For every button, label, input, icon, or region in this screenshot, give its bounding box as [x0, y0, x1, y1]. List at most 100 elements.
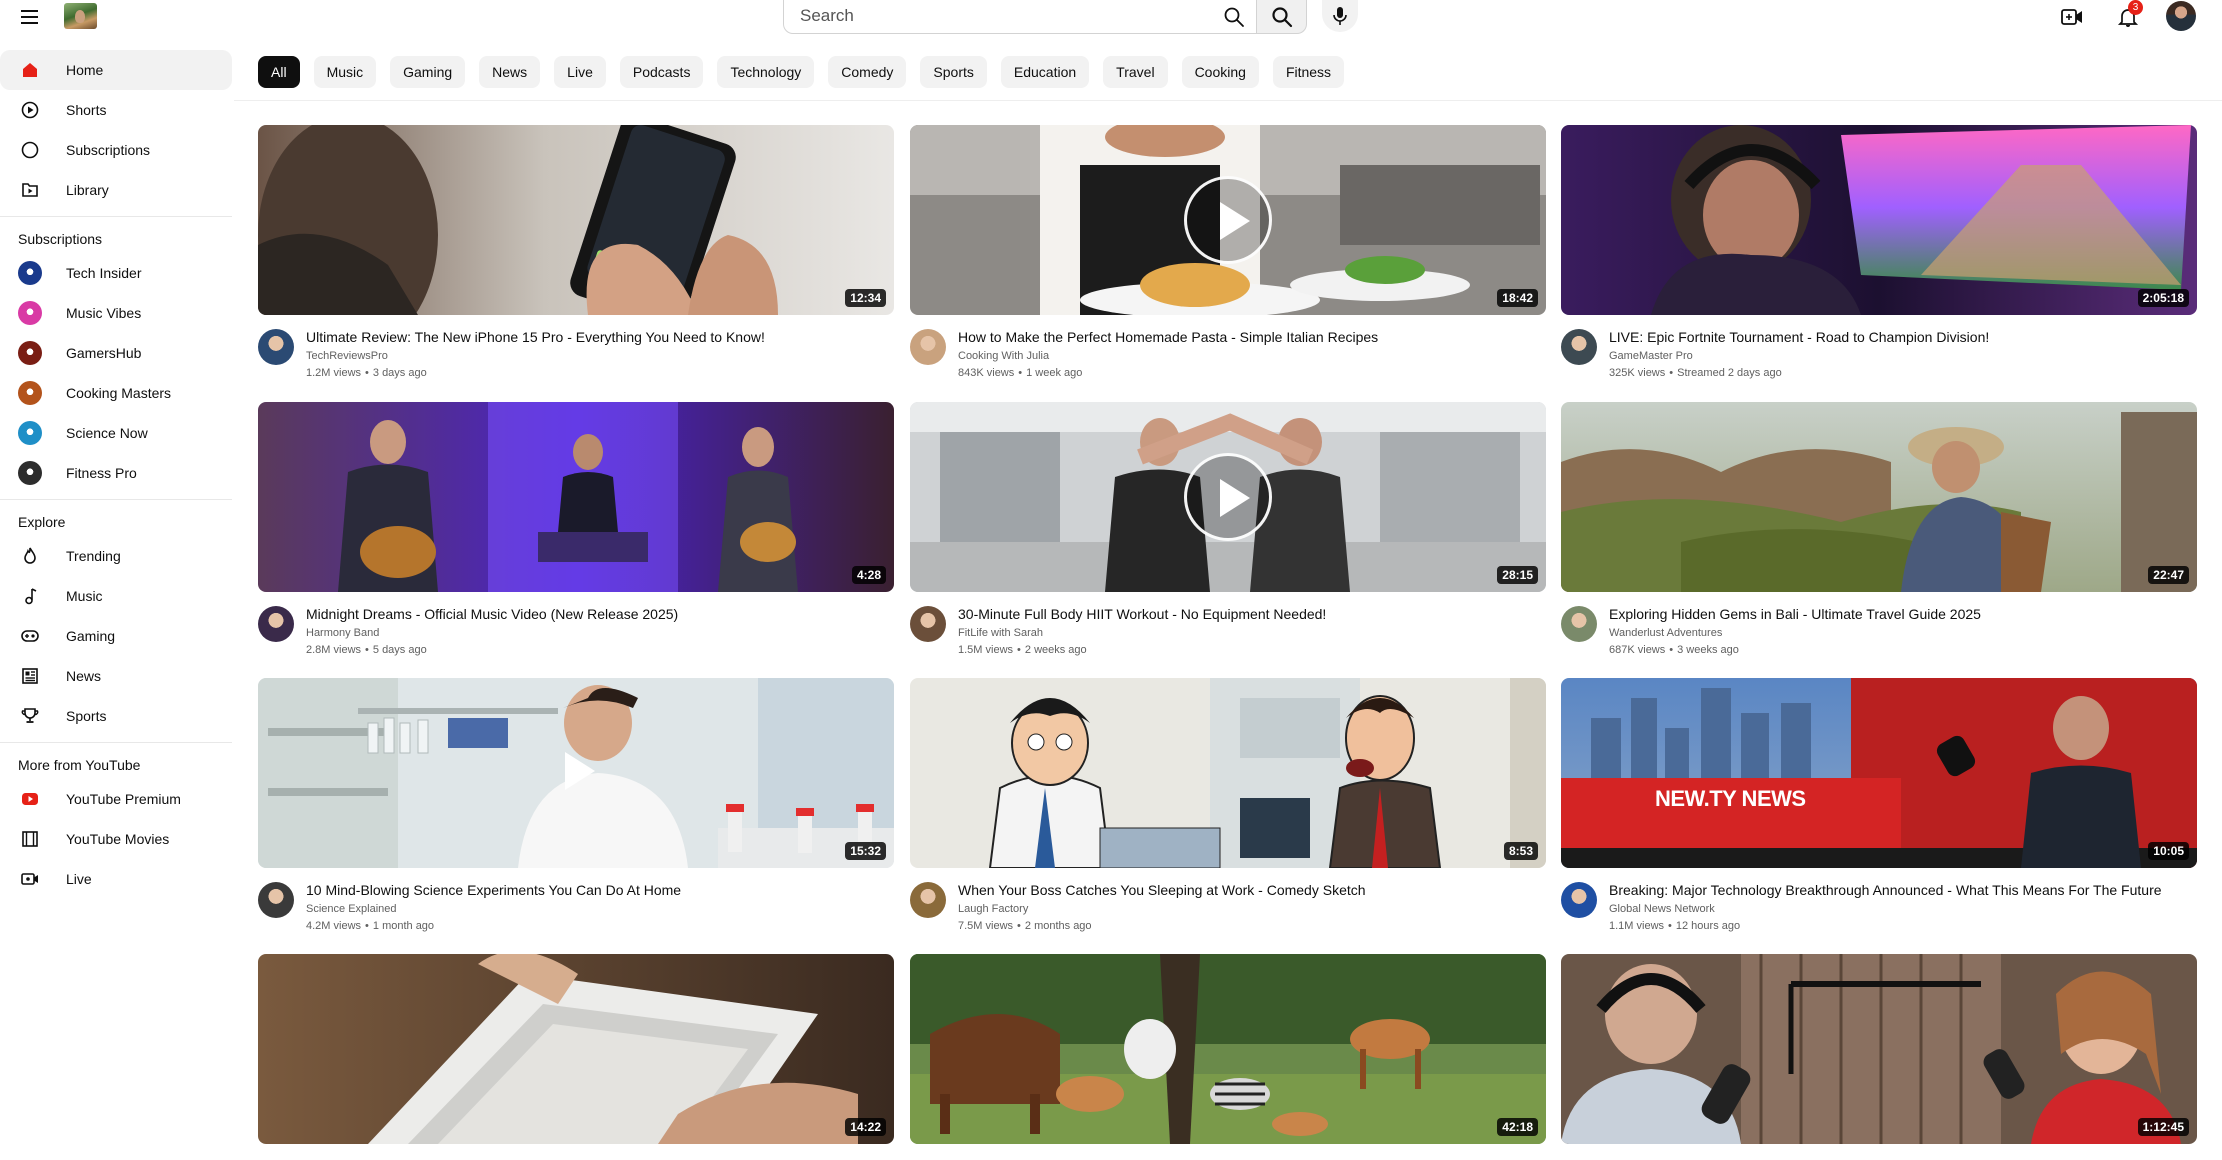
- sidebar-item-trending[interactable]: Trending: [0, 536, 232, 576]
- video-card[interactable]: 8:53 When Your Boss Catches You Sleeping …: [910, 678, 1546, 938]
- sidebar-item-music-vibes[interactable]: Music Vibes: [0, 293, 232, 333]
- channel-avatar[interactable]: [258, 882, 294, 918]
- channel-name[interactable]: Harmony Band: [306, 627, 379, 639]
- hamburger-menu-icon[interactable]: [18, 5, 42, 29]
- video-title[interactable]: Exploring Hidden Gems in Bali - Ultimate…: [1609, 606, 2194, 622]
- create-video-button[interactable]: [2057, 4, 2087, 30]
- video-title[interactable]: How to Make the Perfect Homemade Pasta -…: [958, 329, 1543, 345]
- chip-comedy[interactable]: Comedy: [828, 56, 907, 88]
- video-thumbnail[interactable]: 42:18: [910, 954, 1546, 1144]
- sidebar-item-live[interactable]: Live: [0, 859, 232, 899]
- sidebar-item-gaming[interactable]: Gaming: [0, 616, 232, 656]
- video-thumbnail[interactable]: 15:32: [258, 678, 894, 868]
- video-card[interactable]: 12:34 Ultimate Review: The New iPhone 15 …: [258, 125, 894, 385]
- chip-podcasts[interactable]: Podcasts: [619, 56, 704, 88]
- chip-travel[interactable]: Travel: [1103, 56, 1168, 88]
- video-thumbnail[interactable]: 2:05:18: [1561, 125, 2197, 315]
- video-title[interactable]: 30-Minute Full Body HIIT Workout - No Eq…: [958, 606, 1543, 622]
- channel-avatar[interactable]: [910, 882, 946, 918]
- video-thumbnail[interactable]: 18:42: [910, 125, 1546, 315]
- channel-avatar[interactable]: [910, 329, 946, 365]
- sidebar-item-fitness-pro[interactable]: Fitness Pro: [0, 453, 232, 493]
- upload-age: 3 weeks ago: [1677, 644, 1739, 656]
- channel-avatar[interactable]: [1561, 329, 1597, 365]
- play-icon[interactable]: [1184, 453, 1272, 541]
- video-thumbnail[interactable]: NEW.TY NEWS 10:05: [1561, 678, 2197, 868]
- search-input[interactable]: [784, 0, 1204, 32]
- sidebar-item-library[interactable]: Library: [0, 170, 232, 210]
- voice-search-button[interactable]: [1322, 0, 1358, 32]
- video-card[interactable]: 4:28 Midnight Dreams - Official Music Vid…: [258, 402, 894, 662]
- channel-avatar[interactable]: [258, 606, 294, 642]
- channel-avatar[interactable]: [1561, 882, 1597, 918]
- chip-fitness[interactable]: Fitness: [1272, 56, 1345, 88]
- video-card[interactable]: 14:22: [258, 954, 894, 1144]
- video-thumbnail[interactable]: 1:12:45: [1561, 954, 2197, 1144]
- play-icon[interactable]: [532, 729, 620, 817]
- video-card[interactable]: 1:12:45: [1561, 954, 2197, 1144]
- chip-education[interactable]: Education: [1000, 56, 1090, 88]
- sidebar-item-subscriptions[interactable]: Subscriptions: [0, 130, 232, 170]
- channel-name[interactable]: TechReviewsPro: [306, 350, 388, 362]
- search-icon[interactable]: [1222, 5, 1246, 29]
- youtube-premium-icon: [18, 787, 42, 811]
- video-title[interactable]: 10 Mind-Blowing Science Experiments You …: [306, 882, 891, 898]
- video-card[interactable]: 28:15 30-Minute Full Body HIIT Workout - …: [910, 402, 1546, 662]
- page-scrollbar[interactable]: [2202, 36, 2216, 1160]
- video-thumbnail[interactable]: 22:47: [1561, 402, 2197, 592]
- chip-news[interactable]: News: [479, 56, 541, 88]
- channel-name[interactable]: Wanderlust Adventures: [1609, 627, 1722, 639]
- chip-technology[interactable]: Technology: [717, 56, 815, 88]
- sidebar-item-tech-insider[interactable]: Tech Insider: [0, 253, 232, 293]
- sidebar-item-shorts[interactable]: Shorts: [0, 90, 232, 130]
- chip-live[interactable]: Live: [554, 56, 606, 88]
- channel-avatar[interactable]: [1561, 606, 1597, 642]
- video-thumbnail[interactable]: 14:22: [258, 954, 894, 1144]
- channel-name[interactable]: Global News Network: [1609, 903, 1715, 915]
- video-title[interactable]: Midnight Dreams - Official Music Video (…: [306, 606, 891, 622]
- chip-cooking[interactable]: Cooking: [1181, 56, 1259, 88]
- video-card[interactable]: 15:32 10 Mind-Blowing Science Experiments…: [258, 678, 894, 938]
- video-duration: 14:22: [845, 1118, 886, 1136]
- chip-all[interactable]: All: [258, 56, 300, 88]
- channel-name[interactable]: FitLife with Sarah: [958, 627, 1043, 639]
- channel-avatar[interactable]: [258, 329, 294, 365]
- sidebar-item-news[interactable]: News: [0, 656, 232, 696]
- view-count: 325K views: [1609, 367, 1666, 379]
- channel-name[interactable]: GameMaster Pro: [1609, 350, 1693, 362]
- video-thumbnail[interactable]: 28:15: [910, 402, 1546, 592]
- chip-gaming[interactable]: Gaming: [390, 56, 466, 88]
- channel-name[interactable]: Laugh Factory: [958, 903, 1028, 915]
- sidebar-item-home[interactable]: Home: [0, 50, 232, 90]
- channel-avatar[interactable]: [910, 606, 946, 642]
- video-title[interactable]: When Your Boss Catches You Sleeping at W…: [958, 882, 1543, 898]
- video-card[interactable]: 2:05:18 LIVE: Epic Fortnite Tournament - …: [1561, 125, 2197, 385]
- video-thumbnail[interactable]: 8:53: [910, 678, 1546, 868]
- sidebar-item-youtube-premium[interactable]: YouTube Premium: [0, 779, 232, 819]
- chip-music[interactable]: Music: [313, 56, 377, 88]
- separator-dot: •: [365, 644, 369, 656]
- video-title[interactable]: Ultimate Review: The New iPhone 15 Pro -…: [306, 329, 891, 345]
- video-card[interactable]: 22:47 Exploring Hidden Gems in Bali - Ult…: [1561, 402, 2197, 662]
- play-icon[interactable]: [1184, 176, 1272, 264]
- sidebar-item-cooking-masters[interactable]: Cooking Masters: [0, 373, 232, 413]
- channel-name[interactable]: Science Explained: [306, 903, 397, 915]
- sidebar-item-science-now[interactable]: Science Now: [0, 413, 232, 453]
- video-duration: 15:32: [845, 842, 886, 860]
- channel-name[interactable]: Cooking With Julia: [958, 350, 1049, 362]
- sidebar-item-music[interactable]: Music: [0, 576, 232, 616]
- video-card[interactable]: 18:42 How to Make the Perfect Homemade Pa…: [910, 125, 1546, 385]
- video-title[interactable]: LIVE: Epic Fortnite Tournament - Road to…: [1609, 329, 2194, 345]
- sidebar-item-gamershub[interactable]: GamersHub: [0, 333, 232, 373]
- video-thumbnail[interactable]: 4:28: [258, 402, 894, 592]
- channel-logo[interactable]: [64, 3, 97, 29]
- video-card[interactable]: 42:18: [910, 954, 1546, 1144]
- sidebar-item-youtube-movies[interactable]: YouTube Movies: [0, 819, 232, 859]
- chip-sports[interactable]: Sports: [920, 56, 987, 88]
- video-thumbnail[interactable]: 12:34: [258, 125, 894, 315]
- search-button[interactable]: [1257, 0, 1307, 34]
- sidebar-item-sports[interactable]: Sports: [0, 696, 232, 736]
- video-title[interactable]: Breaking: Major Technology Breakthrough …: [1609, 882, 2194, 898]
- video-card[interactable]: NEW.TY NEWS 10:05 Breaking: Major Technolo…: [1561, 678, 2197, 938]
- user-avatar[interactable]: [2166, 1, 2196, 31]
